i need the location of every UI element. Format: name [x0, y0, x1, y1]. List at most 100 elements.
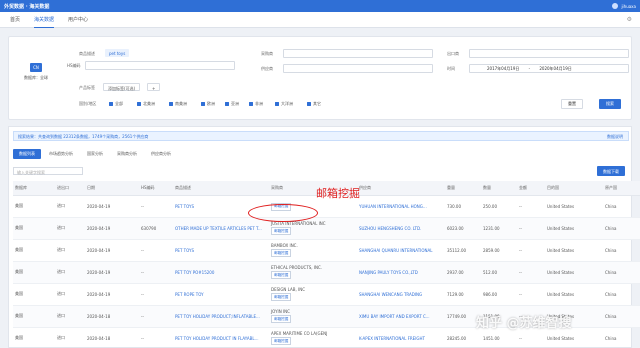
cell-text: -- — [519, 291, 522, 297]
table-cell: 进口 — [55, 261, 85, 284]
mail-mining-button[interactable]: 邮箱挖掘 — [271, 293, 292, 301]
table-cell[interactable]: ETHICAL PRODUCTS, INC. 邮箱挖掘 — [269, 261, 357, 284]
col-header[interactable]: 重量 — [445, 181, 481, 196]
download-button[interactable]: 数据下载 — [597, 166, 625, 176]
user-menu[interactable]: jihuaxa — [612, 3, 636, 9]
reset-button[interactable]: 重置 — [561, 99, 583, 109]
region-africa-checkbox[interactable]: 非洲 — [249, 101, 263, 107]
table-cell: 1231.00 — [481, 217, 517, 240]
cell-text: 美国 — [15, 335, 23, 340]
table-cell: 2937.00 — [445, 261, 481, 284]
table-cell: 2020-04-19 — [85, 283, 139, 306]
table-cell: 2020-04-18 — [85, 327, 139, 348]
table-cell: 35112.00 — [445, 239, 481, 262]
table-cell[interactable]: SHANGHAI QUANRU INTERNATIONAL — [357, 239, 445, 262]
region-flag-icon: CN — [30, 63, 42, 72]
tab-supplier-analysis[interactable]: 供应商分析 — [145, 149, 177, 159]
table-cell: -- — [517, 239, 545, 262]
table-cell[interactable]: SUZHOU HENGSHENG CO. LTD. — [357, 217, 445, 240]
table-row[interactable]: 美国 进口 2020-04-19 630790 OTHER MADE UP TEXTIL… — [13, 217, 640, 240]
col-header[interactable]: 原产国 — [603, 181, 640, 196]
tab-data-list[interactable]: 数据列表 — [13, 149, 41, 159]
cell-text: United States — [547, 269, 575, 275]
cell-text: PET ROPE TOY — [175, 291, 204, 297]
table-cell: -- — [517, 261, 545, 284]
table-cell: United States — [545, 239, 603, 262]
table-cell[interactable]: PET TOY PO#15200 — [173, 261, 269, 284]
mail-mining-button[interactable]: 邮箱挖掘 — [271, 227, 292, 235]
table-cell[interactable]: DESIGN LAB, INC 邮箱挖掘 — [269, 283, 357, 306]
table-cell: China — [603, 195, 640, 218]
table-cell[interactable]: OTHER MADE UP TEXTILE ARTICLES PET T... — [173, 217, 269, 240]
table-cell[interactable]: PET TOY HOLIDAY PRODUCT IN FLAYABL... — [173, 327, 269, 348]
mail-mining-button[interactable]: 邮箱挖掘 — [271, 337, 292, 345]
table-cell[interactable]: JOYIN INC 邮箱挖掘 — [269, 305, 357, 328]
region-sa-checkbox[interactable]: 南美洲 — [169, 101, 187, 107]
cell-text: SHANGHAI WENCANG TRADING — [359, 291, 423, 297]
col-header[interactable]: 金额 — [517, 181, 545, 196]
nav-home[interactable]: 首页 — [10, 12, 20, 28]
add-tag-plus-button[interactable]: + — [147, 83, 161, 91]
cell-text: China — [605, 203, 617, 209]
cell-text: OTHER MADE UP TEXTILE ARTICLES PET T... — [175, 225, 262, 231]
table-cell[interactable]: PET ROPE TOY — [173, 283, 269, 306]
cell-text: -- — [141, 335, 144, 341]
col-header[interactable]: 进出口 — [55, 181, 85, 196]
table-cell[interactable]: APEX MARITIME CO LA(GENJ 邮箱挖掘 — [269, 327, 357, 348]
table-search-input[interactable]: 输入关键字搜索 — [13, 167, 83, 175]
col-header[interactable]: 日期 — [85, 181, 139, 196]
cell-text: PET TOY HOLIDAY PRODUCT;INFLATABLE... — [175, 313, 260, 319]
table-cell[interactable]: BAMBOX INC. 邮箱挖掘 — [269, 239, 357, 262]
supplier-input[interactable] — [283, 64, 433, 73]
gear-icon[interactable]: ⚙ — [627, 16, 632, 23]
cell-text: YUHUAN INTERNATIONAL HONG... — [359, 203, 427, 209]
table-row[interactable]: 美国 进口 2020-04-19 -- PET TOYS BAMBOX INC. 邮箱挖掘 S… — [13, 239, 640, 262]
region-na-checkbox[interactable]: 北美洲 — [137, 101, 155, 107]
search-button[interactable]: 搜索 — [599, 99, 621, 109]
nav-user-center[interactable]: 用户中心 — [68, 12, 88, 28]
nav-customs-data[interactable]: 海关数据 — [34, 12, 55, 28]
col-header[interactable]: 数据库 — [13, 181, 55, 196]
date-range-input[interactable]: 2017年04月19日 - 2020年04月19日 — [469, 64, 629, 73]
cell-text: -- — [519, 225, 522, 231]
table-cell[interactable]: PET TOY HOLIDAY PRODUCT;INFLATABLE... — [173, 305, 269, 328]
cell-text: SUZHOU HENGSHENG CO. LTD. — [359, 225, 422, 231]
mail-mining-button[interactable]: 邮箱挖掘 — [271, 271, 292, 279]
col-header[interactable]: 数量 — [481, 181, 517, 196]
table-cell: -- — [139, 327, 173, 348]
table-cell[interactable]: SHANGHAI WENCANG TRADING — [357, 283, 445, 306]
table-cell[interactable]: XIMU BAY IMPORT AND EXPORT C... — [357, 305, 445, 328]
table-cell: -- — [517, 217, 545, 240]
col-header[interactable]: 商品描述 — [173, 181, 269, 196]
tab-country-analysis[interactable]: 国家分析 — [81, 149, 109, 159]
cell-text: 28245.00 — [447, 335, 467, 341]
table-cell[interactable]: YUHUAN INTERNATIONAL HONG... — [357, 195, 445, 218]
table-cell: China — [603, 239, 640, 262]
col-header[interactable]: 目的国 — [545, 181, 603, 196]
add-tag-button[interactable]: 添加标签(可选) — [103, 83, 141, 91]
table-cell[interactable]: K-APEX INTERNATIONAL FREIGHT — [357, 327, 445, 348]
tab-purchaser-analysis[interactable]: 采购商分析 — [111, 149, 143, 159]
data-explain-link[interactable]: 数据说明 — [607, 134, 623, 140]
table-cell[interactable]: PET TOYS — [173, 239, 269, 262]
region-all-checkbox[interactable]: 全部 — [109, 101, 123, 107]
region-selector[interactable]: CN 数据库：全球 — [19, 63, 53, 91]
exporter-input[interactable] — [469, 49, 629, 58]
table-cell: -- — [139, 283, 173, 306]
mail-mining-button[interactable]: 邮箱挖掘 — [271, 249, 292, 257]
table-row[interactable]: 美国 进口 2020-04-19 -- PET TOY PO#15200 ETHICAL … — [13, 261, 640, 284]
col-header[interactable]: HS编码 — [139, 181, 173, 196]
product-tag[interactable]: pet toys — [105, 49, 130, 57]
hs-code-input[interactable] — [85, 61, 235, 70]
table-cell: 美国 — [13, 195, 55, 218]
table-row[interactable]: 美国 进口 2020-04-19 -- PET ROPE TOY DESIGN LAB, … — [13, 283, 640, 306]
tab-market-trend[interactable]: 市场趋势分析 — [43, 149, 79, 159]
table-cell[interactable]: NANJING PAULY TOYS CO.,LTD — [357, 261, 445, 284]
mail-mining-button[interactable]: 邮箱挖掘 — [271, 315, 292, 323]
region-asia-checkbox[interactable]: 亚洲 — [225, 101, 239, 107]
purchaser-input[interactable] — [283, 49, 433, 58]
col-header[interactable]: 供应商 — [357, 181, 445, 196]
region-oceania-checkbox[interactable]: 大洋洲 — [275, 101, 293, 107]
region-eu-checkbox[interactable]: 欧洲 — [201, 101, 215, 107]
region-other-checkbox[interactable]: 其它 — [307, 101, 321, 107]
